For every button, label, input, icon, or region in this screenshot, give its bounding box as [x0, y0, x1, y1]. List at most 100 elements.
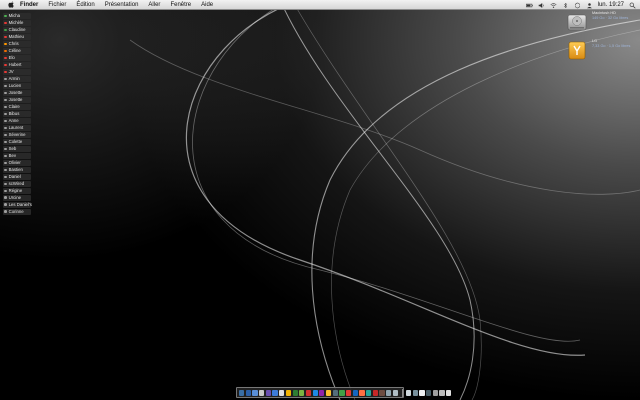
dock-app-icon[interactable] [386, 389, 392, 396]
status-dot-icon [4, 189, 7, 193]
status-dot-icon [4, 154, 7, 158]
dock-app-icon[interactable] [299, 389, 305, 396]
status-dot-icon [4, 49, 7, 53]
list-item[interactable]: Lucien [3, 82, 31, 90]
battery-icon[interactable] [525, 2, 533, 9]
dock-app-icon[interactable] [372, 389, 378, 396]
dock [236, 387, 452, 398]
dock-app-icon[interactable] [292, 389, 298, 396]
apple-icon [7, 1, 14, 8]
list-item[interactable]: Séverine [3, 131, 31, 139]
dock-app-icon[interactable] [412, 389, 418, 396]
list-item[interactable]: Micha [3, 13, 31, 20]
dock-app-icon[interactable] [359, 389, 365, 396]
status-dot-icon [4, 168, 7, 172]
list-item[interactable]: Josette [3, 96, 31, 104]
dock-app-icon[interactable] [379, 389, 385, 396]
wifi-icon[interactable] [550, 2, 557, 9]
menu-fichier[interactable]: Fichier [43, 0, 71, 10]
dock-app-icon[interactable] [426, 389, 432, 396]
user-icon[interactable] [586, 2, 593, 9]
list-item[interactable]: Bibus [3, 110, 31, 118]
menu-edition[interactable]: Édition [71, 0, 99, 10]
status-dot-icon [4, 63, 7, 67]
list-item[interactable]: Claudine [3, 26, 31, 34]
list-item-label: Hubert [8, 62, 22, 68]
buddy-list: Micha Michèle Claudine Mathieu Chris Céline El… [3, 13, 32, 216]
list-item[interactable]: Céline [3, 47, 31, 55]
dock-app-icon[interactable] [312, 389, 318, 396]
hard-drive-icon [567, 14, 587, 31]
list-item[interactable]: scWired [3, 180, 31, 188]
list-item-label: Micha [8, 13, 21, 19]
menu-aller[interactable]: Aller [143, 0, 165, 10]
menu-fenetre[interactable]: Fenêtre [165, 0, 196, 10]
list-item-label: Josette [8, 90, 23, 96]
dock-app-icon[interactable] [265, 389, 271, 396]
list-item[interactable]: Josette [3, 89, 31, 97]
list-item[interactable]: Michèle [3, 19, 31, 27]
bluetooth-icon[interactable] [562, 1, 569, 9]
dock-separator [401, 388, 403, 397]
dock-app-icon[interactable] [285, 389, 291, 396]
dock-app-icon[interactable] [419, 389, 425, 396]
dock-app-icon[interactable] [272, 389, 278, 396]
menu-aide[interactable]: Aide [196, 0, 218, 10]
dock-app-icon[interactable] [252, 389, 258, 396]
list-item[interactable]: Seb [3, 145, 31, 153]
list-item[interactable]: Régine [3, 187, 31, 194]
list-item[interactable]: Hubert [3, 61, 31, 69]
volume-icon[interactable] [538, 2, 545, 9]
list-item[interactable]: Corinne [3, 208, 31, 215]
dock-app-icon[interactable] [239, 389, 245, 396]
list-item[interactable]: Claire [3, 103, 31, 111]
desktop-icon-macintosh-hd[interactable]: Macintosh HD 149 Go · 32 Go libres [566, 11, 628, 33]
dock-app-icon[interactable] [352, 389, 358, 396]
list-item[interactable]: Les Daniel's [3, 201, 32, 208]
dock-app-icon[interactable] [439, 389, 445, 396]
status-dot-icon [4, 77, 7, 81]
list-item-label: Claudine [8, 27, 26, 33]
dock-app-icon[interactable] [319, 389, 325, 396]
list-item[interactable]: JV [3, 68, 31, 76]
list-item[interactable]: Chris [3, 40, 31, 48]
list-item[interactable]: Olivier [3, 159, 31, 167]
list-item[interactable]: Bev [3, 152, 31, 160]
status-dot-icon [4, 35, 7, 39]
status-dot-icon [4, 56, 7, 60]
dock-app-icon[interactable] [325, 389, 332, 396]
wallpaper-curves [129, 0, 640, 400]
dock-app-icon[interactable] [245, 389, 251, 396]
dock-app-icon[interactable] [406, 389, 412, 396]
list-item[interactable]: Mathieu [3, 33, 31, 41]
list-item[interactable]: Daniel [3, 173, 31, 181]
dock-app-icon[interactable] [259, 389, 265, 396]
dock-app-icon[interactable] [339, 389, 345, 396]
list-item[interactable]: Colette [3, 138, 31, 146]
menu-presentation[interactable]: Présentation [100, 0, 144, 10]
list-item-label: Claire [8, 103, 20, 109]
list-item[interactable]: Elo [3, 54, 31, 62]
menu-app-finder[interactable]: Finder [15, 0, 43, 10]
dock-app-icon[interactable] [366, 389, 372, 396]
dock-app-icon[interactable] [305, 389, 312, 396]
spotlight-icon[interactable] [629, 2, 636, 9]
desktop-icon-sublabel: 7,33 Go · 1,5 Go libres [592, 44, 631, 48]
list-item-label: Mathieu [8, 34, 24, 40]
dock-app-icon[interactable] [332, 389, 338, 396]
list-item[interactable]: Bastien [3, 166, 31, 174]
dock-app-icon[interactable] [392, 389, 398, 396]
list-item[interactable]: Armin [3, 75, 31, 83]
list-item-label: Colette [8, 138, 23, 144]
list-item[interactable]: Anne [3, 117, 31, 125]
dock-app-icon[interactable] [446, 389, 452, 396]
dock-app-icon[interactable] [279, 389, 285, 396]
desktop-icon-lg[interactable]: LG 7,33 Go · 1,5 Go libres [566, 39, 630, 61]
dock-app-icon[interactable] [432, 389, 438, 396]
list-item[interactable]: Urcine [3, 194, 31, 201]
menubar-clock[interactable]: lun. 19:27 [598, 0, 624, 10]
sync-icon[interactable] [574, 2, 581, 9]
apple-menu[interactable] [6, 0, 15, 10]
list-item[interactable]: Laurent [3, 124, 31, 132]
dock-app-icon[interactable] [346, 389, 352, 396]
